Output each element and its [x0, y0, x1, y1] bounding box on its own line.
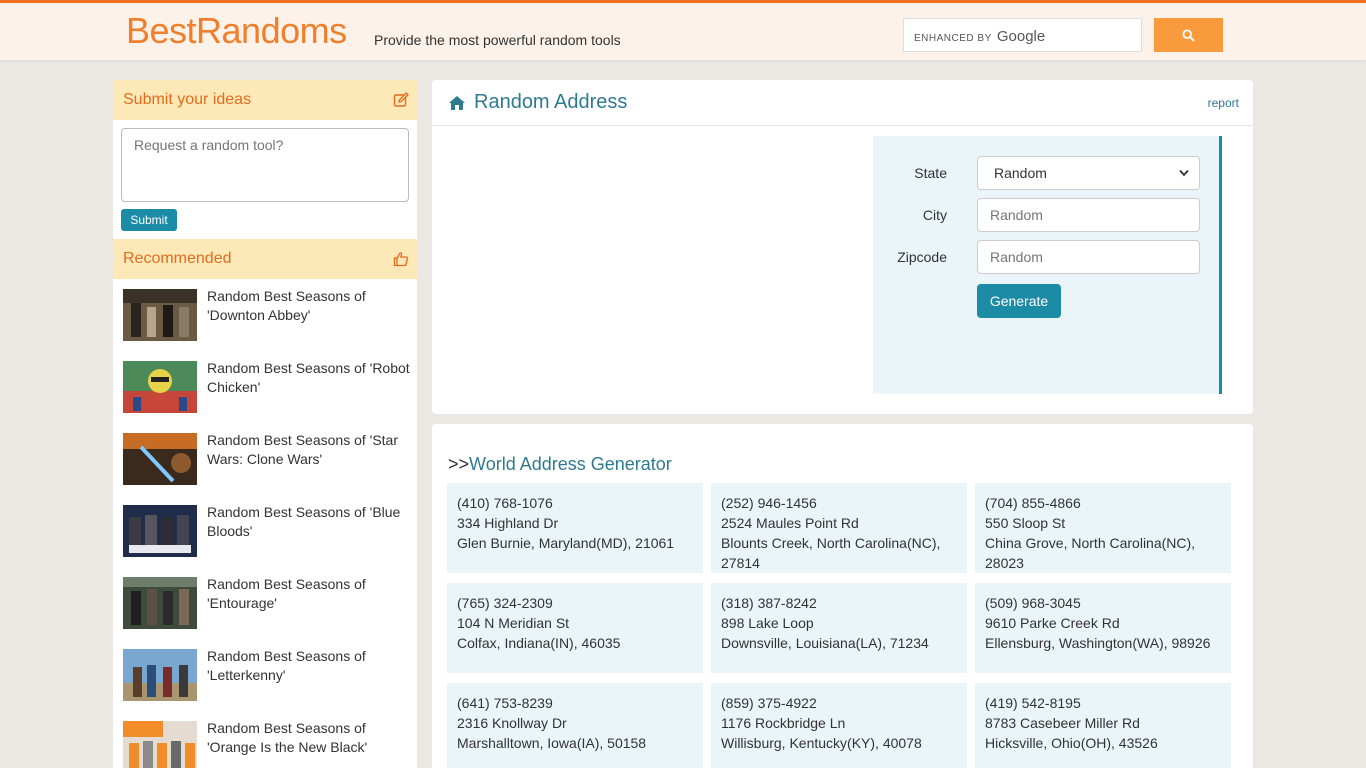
address-phone: (704) 855-4866	[985, 495, 1081, 511]
recommended-item[interactable]: Random Best Seasons of 'Blue Bloods'	[123, 495, 417, 567]
generate-button[interactable]: Generate	[977, 284, 1061, 318]
recommended-item[interactable]: Random Best Seasons of 'Entourage'	[123, 567, 417, 639]
recommended-item[interactable]: Random Best Seasons of 'Star Wars: Clone…	[123, 423, 417, 495]
address-phone: (252) 946-1456	[721, 495, 817, 511]
address-street: 2316 Knollway Dr	[457, 715, 567, 731]
report-link[interactable]: report	[1208, 96, 1239, 110]
address-street: 550 Sloop St	[985, 515, 1066, 531]
recommended-list: Random Best Seasons of 'Downton Abbey' R…	[113, 279, 417, 768]
address-phone: (410) 768-1076	[457, 495, 553, 511]
address-city: Marshalltown, Iowa(IA), 50158	[457, 735, 647, 751]
card-header: Random Address report	[432, 80, 1253, 126]
address-phone: (419) 542-8195	[985, 695, 1081, 711]
address-city: Hicksville, Ohio(OH), 43526	[985, 735, 1158, 751]
title-group: Random Address	[448, 91, 627, 114]
address-card: (859) 375-4922 1176 Rockbridge Ln Willis…	[711, 683, 967, 768]
site-tagline: Provide the most powerful random tools	[374, 32, 621, 48]
world-address-heading: >>World Address Generator	[448, 454, 672, 475]
thumbnail-blue-bloods	[123, 505, 197, 557]
chevron-down-icon	[1179, 169, 1189, 177]
address-card: (419) 542-8195 8783 Casebeer Miller Rd H…	[975, 683, 1231, 768]
address-street: 898 Lake Loop	[721, 615, 814, 631]
ideas-textarea[interactable]	[121, 128, 409, 202]
address-phone: (318) 387-8242	[721, 595, 817, 611]
address-city: Glen Burnie, Maryland(MD), 21061	[457, 535, 675, 551]
thumbnail-letterkenny	[123, 649, 197, 701]
recommended-item-label: Random Best Seasons of 'Entourage'	[207, 576, 366, 611]
recommended-item-label: Random Best Seasons of 'Robot Chicken'	[207, 360, 410, 395]
address-card: (252) 946-1456 2524 Maules Point Rd Blou…	[711, 483, 967, 573]
recommended-item-label: Random Best Seasons of 'Letterkenny'	[207, 648, 366, 683]
zipcode-row: Zipcode	[873, 240, 947, 274]
address-card: (765) 324-2309 104 N Meridian St Colfax,…	[447, 583, 703, 673]
address-street: 104 N Meridian St	[457, 615, 570, 631]
address-card: (641) 753-8239 2316 Knollway Dr Marshall…	[447, 683, 703, 768]
address-card: (410) 768-1076 334 Highland Dr Glen Burn…	[447, 483, 703, 573]
generator-form: State Random City Zipcode Generate	[873, 136, 1222, 394]
thumbnail-orange-is-the-new-black	[123, 721, 197, 768]
address-city: Willisburg, Kentucky(KY), 40078	[721, 735, 922, 751]
address-street: 8783 Casebeer Miller Rd	[985, 715, 1140, 731]
search-box: ENHANCED BY Google	[903, 18, 1142, 52]
recommended-item[interactable]: Random Best Seasons of 'Orange Is the Ne…	[123, 711, 417, 768]
world-address-link[interactable]: World Address Generator	[469, 454, 672, 474]
state-label: State	[914, 165, 947, 181]
thumbnail-downton-abbey	[123, 289, 197, 341]
address-city: Blounts Creek, North Carolina(NC), 27814	[721, 535, 941, 571]
zipcode-input[interactable]	[977, 240, 1200, 274]
address-city: Colfax, Indiana(IN), 46035	[457, 635, 621, 651]
address-phone: (509) 968-3045	[985, 595, 1081, 611]
sidebar: Submit your ideas Submit Recommended Ran…	[113, 80, 417, 768]
address-street: 1176 Rockbridge Ln	[721, 715, 846, 731]
address-city: China Grove, North Carolina(NC), 28023	[985, 535, 1196, 571]
search-input[interactable]	[904, 19, 1141, 51]
submit-ideas-header: Submit your ideas	[113, 80, 417, 120]
address-street: 9610 Parke Creek Rd	[985, 615, 1120, 631]
city-label: City	[922, 207, 947, 223]
state-select-value: Random	[994, 165, 1047, 181]
search-button[interactable]	[1154, 18, 1223, 52]
page-title: Random Address	[474, 91, 628, 113]
random-address-card: Random Address report State Random City …	[432, 80, 1253, 414]
address-card: (704) 855-4866 550 Sloop St China Grove,…	[975, 483, 1231, 573]
recommended-title: Recommended	[123, 250, 232, 267]
address-phone: (859) 375-4922	[721, 695, 817, 711]
state-select[interactable]: Random	[977, 156, 1200, 190]
thumbnail-star-wars-clone-wars	[123, 433, 197, 485]
address-street: 2524 Maules Point Rd	[721, 515, 859, 531]
recommended-item-label: Random Best Seasons of 'Star Wars: Clone…	[207, 432, 398, 467]
thumbnail-entourage	[123, 577, 197, 629]
city-input[interactable]	[977, 198, 1200, 232]
state-row: State	[873, 156, 947, 190]
recommended-item[interactable]: Random Best Seasons of 'Letterkenny'	[123, 639, 417, 711]
search-icon	[1182, 28, 1195, 42]
world-address-card: >>World Address Generator (410) 768-1076…	[432, 424, 1253, 768]
address-city: Ellensburg, Washington(WA), 98926	[985, 635, 1211, 651]
recommended-item-label: Random Best Seasons of 'Orange Is the Ne…	[207, 720, 368, 755]
site-logo[interactable]: BestRandoms	[126, 11, 347, 51]
address-card: (509) 968-3045 9610 Parke Creek Rd Ellen…	[975, 583, 1231, 673]
address-city: Downsville, Louisiana(LA), 71234	[721, 635, 929, 651]
home-icon[interactable]	[448, 95, 466, 111]
submit-button[interactable]: Submit	[121, 209, 177, 231]
recommended-item[interactable]: Random Best Seasons of 'Robot Chicken'	[123, 351, 417, 423]
edit-icon	[393, 92, 409, 107]
city-row: City	[873, 198, 947, 232]
thumbnail-robot-chicken	[123, 361, 197, 413]
address-street: 334 Highland Dr	[457, 515, 559, 531]
submit-ideas-title: Submit your ideas	[123, 91, 252, 108]
heading-prefix: >>	[448, 454, 470, 474]
thumbs-up-icon	[393, 252, 409, 267]
address-card: (318) 387-8242 898 Lake Loop Downsville,…	[711, 583, 967, 673]
address-phone: (765) 324-2309	[457, 595, 553, 611]
recommended-item-label: Random Best Seasons of 'Downton Abbey'	[207, 288, 366, 323]
recommended-item[interactable]: Random Best Seasons of 'Downton Abbey'	[123, 279, 417, 351]
zipcode-label: Zipcode	[897, 249, 947, 265]
recommended-header: Recommended	[113, 239, 417, 279]
recommended-item-label: Random Best Seasons of 'Blue Bloods'	[207, 504, 401, 539]
address-phone: (641) 753-8239	[457, 695, 553, 711]
address-grid: (410) 768-1076 334 Highland Dr Glen Burn…	[447, 483, 1231, 768]
top-header: BestRandoms Provide the most powerful ra…	[0, 0, 1366, 60]
